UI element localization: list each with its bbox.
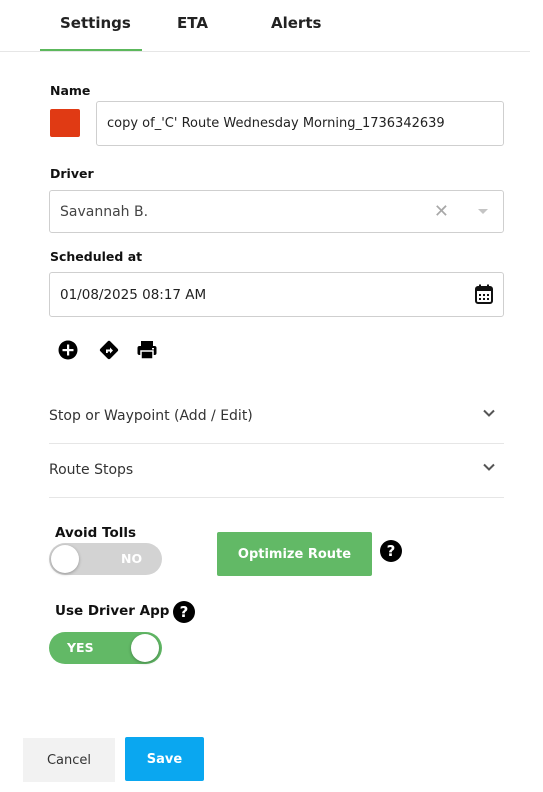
toggle-knob (131, 634, 159, 662)
stop-waypoint-label: Stop or Waypoint (Add / Edit) (49, 408, 253, 424)
driver-value: Savannah B. (60, 203, 149, 220)
route-stops-accordion[interactable]: Route Stops (49, 444, 504, 498)
toggle-knob (51, 545, 79, 573)
add-circle-icon[interactable] (57, 339, 79, 361)
scheduled-at-label: Scheduled at (50, 249, 143, 264)
clear-icon[interactable]: ✕ (434, 201, 449, 222)
print-icon[interactable] (136, 339, 158, 361)
scheduled-at-value: 01/08/2025 08:17 AM (60, 286, 207, 303)
help-icon[interactable]: ? (380, 540, 402, 562)
name-label: Name (50, 83, 91, 98)
route-name-value: copy of_'C' Route Wednesday Morning_1736… (107, 116, 445, 131)
chevron-down-icon (483, 463, 495, 471)
optimize-route-button[interactable]: Optimize Route (217, 532, 372, 576)
tab-settings[interactable]: Settings (60, 14, 131, 32)
avoid-tolls-toggle[interactable]: NO (49, 543, 162, 575)
route-color-swatch[interactable] (50, 109, 80, 137)
stop-waypoint-accordion[interactable]: Stop or Waypoint (Add / Edit) (49, 390, 504, 444)
tab-alerts[interactable]: Alerts (271, 14, 321, 32)
help-icon[interactable]: ? (173, 601, 195, 623)
use-driver-app-state: YES (67, 640, 94, 655)
driver-label: Driver (50, 166, 94, 181)
tab-bar: Settings ETA Alerts (0, 0, 530, 52)
use-driver-app-label: Use Driver App (55, 603, 170, 619)
scheduled-at-input[interactable]: 01/08/2025 08:17 AM (49, 272, 504, 317)
directions-icon[interactable] (98, 339, 120, 361)
avoid-tolls-state: NO (121, 551, 143, 566)
cancel-button[interactable]: Cancel (23, 738, 115, 782)
chevron-down-icon (483, 409, 495, 417)
chevron-down-icon[interactable] (478, 209, 488, 214)
active-tab-indicator (40, 49, 142, 51)
use-driver-app-toggle[interactable]: YES (49, 632, 162, 664)
tab-eta[interactable]: ETA (177, 14, 208, 32)
save-button[interactable]: Save (125, 737, 204, 781)
calendar-icon[interactable] (475, 284, 493, 304)
route-name-input[interactable]: copy of_'C' Route Wednesday Morning_1736… (96, 101, 504, 146)
driver-select[interactable]: Savannah B. ✕ (49, 190, 504, 233)
avoid-tolls-label: Avoid Tolls (55, 525, 137, 541)
route-stops-label: Route Stops (49, 462, 134, 478)
